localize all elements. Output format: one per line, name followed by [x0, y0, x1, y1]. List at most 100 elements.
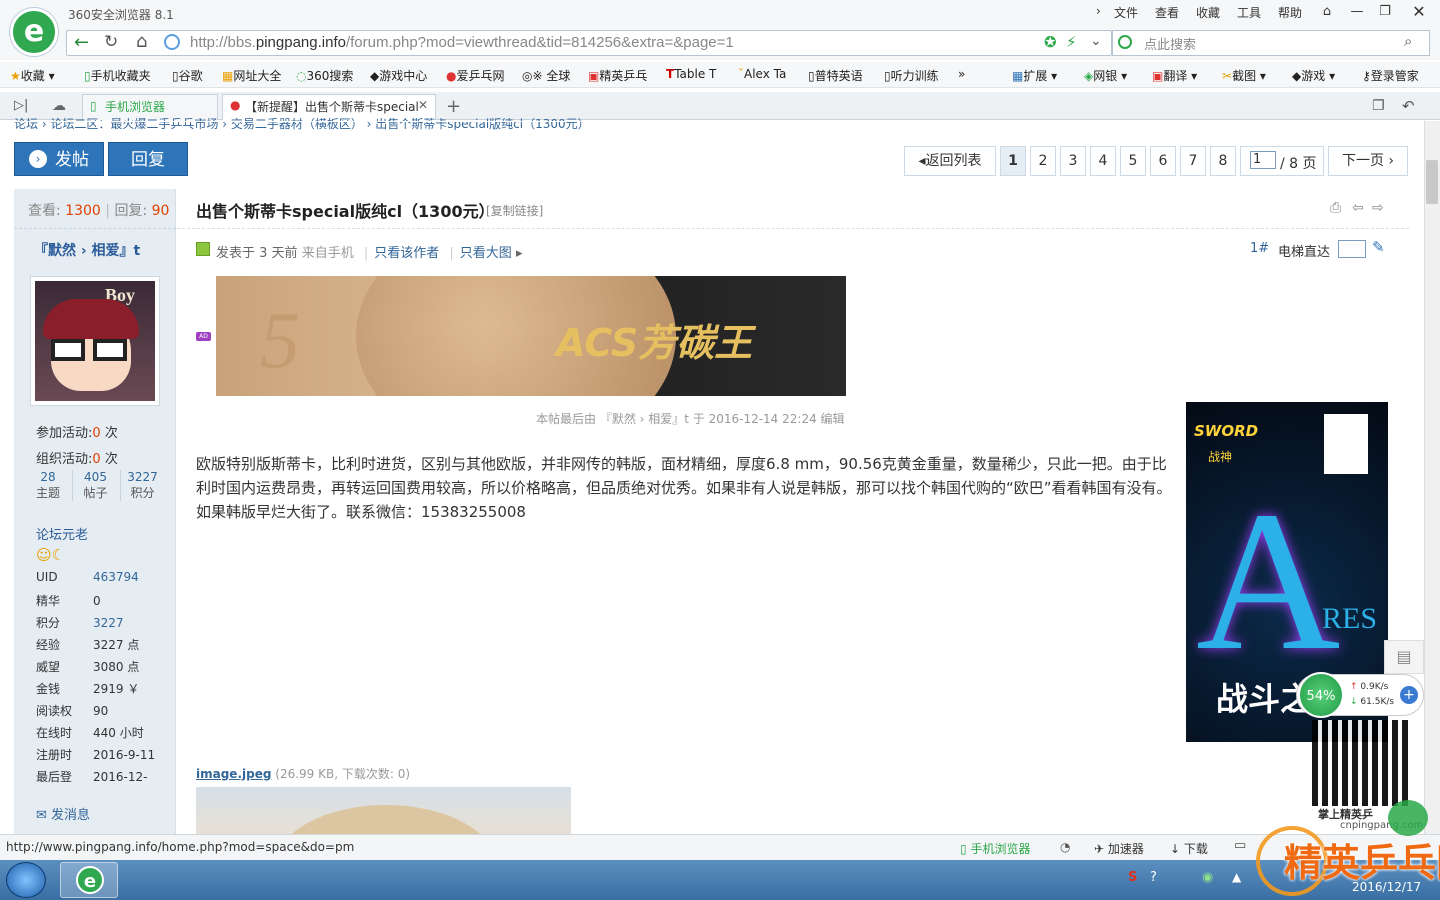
caret-right-icon: ▸ — [515, 246, 523, 261]
memory-percent[interactable]: 54% — [1298, 672, 1344, 718]
ext-extensions[interactable]: ▦扩展 ▾ — [1012, 67, 1057, 84]
attachment-link[interactable]: image.jpeg — [196, 767, 271, 781]
ext-games[interactable]: ◆游戏 ▾ — [1292, 67, 1335, 84]
site-security-icon[interactable] — [164, 34, 180, 50]
page-link[interactable]: 5 — [1120, 146, 1146, 176]
close-icon[interactable]: ✕ — [1406, 2, 1432, 22]
skin-icon[interactable]: ⌂ — [1314, 2, 1340, 22]
restore-tabs-icon[interactable]: ❐ — [1372, 98, 1385, 114]
tab-current-thread[interactable]: 【新提醒】出售个斯蒂卡special — [222, 94, 436, 120]
status-comment-icon[interactable]: ▭ — [1234, 838, 1246, 853]
search-engine-icon[interactable] — [1118, 35, 1132, 49]
maximize-icon[interactable]: ❐ — [1372, 2, 1398, 22]
bookmarks-more-icon[interactable]: » — [958, 67, 965, 81]
prev-thread-icon[interactable]: ⇦ — [1352, 200, 1364, 216]
home-icon[interactable]: ⌂ — [136, 31, 147, 52]
accelerate-icon[interactable]: ✪ — [1044, 33, 1057, 51]
scrollbar-thumb[interactable] — [1426, 160, 1438, 204]
reply-button[interactable]: 回复 — [108, 142, 188, 176]
menu-view[interactable]: 查看 — [1155, 4, 1179, 21]
cloud-icon[interactable]: ☁ — [52, 98, 66, 114]
page-link[interactable]: 4 — [1090, 146, 1116, 176]
status-accelerator[interactable]: ✈ 加速器 — [1094, 840, 1144, 857]
menu-favorites[interactable]: 收藏 — [1196, 4, 1220, 21]
chat-icon[interactable]: ▤ — [1384, 640, 1424, 674]
back-icon[interactable]: ← — [74, 32, 89, 53]
bookmark-mobile[interactable]: ▯手机收藏夹 — [84, 67, 151, 84]
search-input[interactable]: 点此搜索 — [1144, 34, 1196, 53]
avatar[interactable]: Boy — [30, 276, 160, 406]
status-clean-icon[interactable]: ◔ — [1060, 840, 1070, 854]
send-message-link[interactable]: ✉ 发消息 — [36, 804, 90, 823]
status-mobile-browser[interactable]: ▯ 手机浏览器 — [960, 840, 1030, 857]
new-thread-button[interactable]: › 发帖 — [14, 142, 104, 176]
menu-tools[interactable]: 工具 — [1237, 4, 1261, 21]
bookmark-listening[interactable]: ▯听力训练 — [884, 67, 939, 84]
tray-expand-icon[interactable]: ▲ — [1232, 870, 1241, 884]
bookmark-putt[interactable]: ▯普特英语 — [808, 67, 863, 84]
wifi-tray-icon[interactable]: ◉ — [1202, 870, 1213, 885]
count-posts[interactable]: 405 帖子 — [72, 470, 118, 501]
bookmark-alex[interactable]: ˇAlex Ta — [738, 67, 786, 81]
count-points[interactable]: 3227 积分 — [120, 470, 164, 501]
ext-bank[interactable]: ◈网银 ▾ — [1084, 67, 1127, 84]
bookmark-games[interactable]: ◆游戏中心 — [370, 67, 427, 84]
info-value[interactable]: 463794 — [93, 570, 139, 584]
menu-help[interactable]: 帮助 — [1278, 4, 1302, 21]
address-url[interactable]: http://bbs.pingpang.info/forum.php?mod=v… — [190, 34, 734, 51]
sidebar-toggle-icon[interactable]: ▷| — [14, 98, 28, 113]
undo-close-icon[interactable]: ↶ — [1402, 97, 1415, 115]
page-jump-input[interactable]: 1 — [1250, 151, 1276, 169]
help-tray-icon[interactable]: ? — [1150, 870, 1157, 885]
minimize-icon[interactable]: — — [1344, 2, 1370, 22]
ad-banner[interactable]: 5 ACS芳碳王 — [216, 276, 846, 396]
info-row: 金钱 2919 ￥ — [36, 680, 170, 702]
tab-mobile-browser[interactable]: 手机浏览器 — [82, 94, 218, 120]
sogou-icon[interactable]: S — [1128, 870, 1137, 885]
new-tab-icon[interactable]: + — [446, 96, 461, 117]
status-download[interactable]: ↓ 下载 — [1170, 840, 1208, 857]
bookmark-jingying[interactable]: ▣精英乒乓 — [588, 67, 647, 84]
bookmark-favorites[interactable]: ★收藏 ▾ — [10, 67, 55, 84]
attachment-image[interactable] — [196, 787, 571, 834]
only-author-link[interactable]: 只看该作者 — [374, 246, 439, 261]
back-to-list-button[interactable]: ◂返回列表 — [904, 146, 996, 176]
scrollbar[interactable] — [1424, 121, 1440, 834]
page-link[interactable]: 1 — [1000, 146, 1026, 176]
breadcrumb[interactable]: 论坛 › 论坛二区：最火爆二手乒乓市场 › 交易二手器材（横板区） › 出售个斯… — [14, 118, 590, 130]
bookmark-360search[interactable]: ◌360搜索 — [296, 67, 353, 84]
ext-login-manager[interactable]: ⚷登录管家 — [1362, 67, 1419, 84]
menu-chevron-icon[interactable]: › — [1096, 4, 1101, 18]
author-name[interactable]: 『默然 › 相爱』t — [34, 240, 140, 260]
bookmark-google[interactable]: ▯谷歌 — [172, 67, 203, 84]
next-page-button[interactable]: 下一页 › — [1328, 146, 1408, 176]
next-thread-icon[interactable]: ⇨ — [1372, 200, 1384, 216]
count-threads[interactable]: 28 主题 — [28, 470, 68, 501]
refresh-icon[interactable]: ↻ — [104, 32, 118, 52]
print-icon[interactable]: ⎙ — [1330, 200, 1341, 216]
search-icon[interactable]: ⌕ — [1404, 32, 1412, 50]
page-link[interactable]: 2 — [1030, 146, 1056, 176]
menu-file[interactable]: 文件 — [1114, 4, 1138, 21]
ext-screenshot[interactable]: ✂截图 ▾ — [1222, 67, 1266, 84]
wrench-icon[interactable]: ✎ — [1372, 238, 1385, 256]
floor-number[interactable]: 1# — [1250, 241, 1269, 256]
bookmark-aipingpang[interactable]: ●爱乒乓网 — [446, 67, 505, 84]
bookmark-directory[interactable]: ▦网址大全 — [222, 67, 281, 84]
ext-translate[interactable]: ▣翻译 ▾ — [1152, 67, 1197, 84]
bookmark-tabletennis[interactable]: TTable T — [666, 67, 716, 81]
lightning-icon[interactable]: ⚡ — [1066, 33, 1077, 51]
only-big-image-link[interactable]: 只看大图 — [460, 246, 512, 261]
copy-link[interactable]: [复制链接] — [486, 202, 543, 219]
page-link[interactable]: 8 — [1210, 146, 1236, 176]
page-link[interactable]: 3 — [1060, 146, 1086, 176]
windows-start-icon[interactable] — [6, 862, 46, 898]
bookmark-global[interactable]: ◎※ 全球 — [522, 67, 570, 84]
dropdown-icon[interactable]: ⌄ — [1090, 33, 1102, 49]
ext-label: 游戏 — [1301, 69, 1326, 83]
page-link[interactable]: 7 — [1180, 146, 1206, 176]
elevator-input[interactable] — [1338, 240, 1366, 258]
tab-close-icon[interactable]: ✕ — [418, 98, 428, 112]
add-icon[interactable]: + — [1400, 686, 1418, 704]
page-link[interactable]: 6 — [1150, 146, 1176, 176]
